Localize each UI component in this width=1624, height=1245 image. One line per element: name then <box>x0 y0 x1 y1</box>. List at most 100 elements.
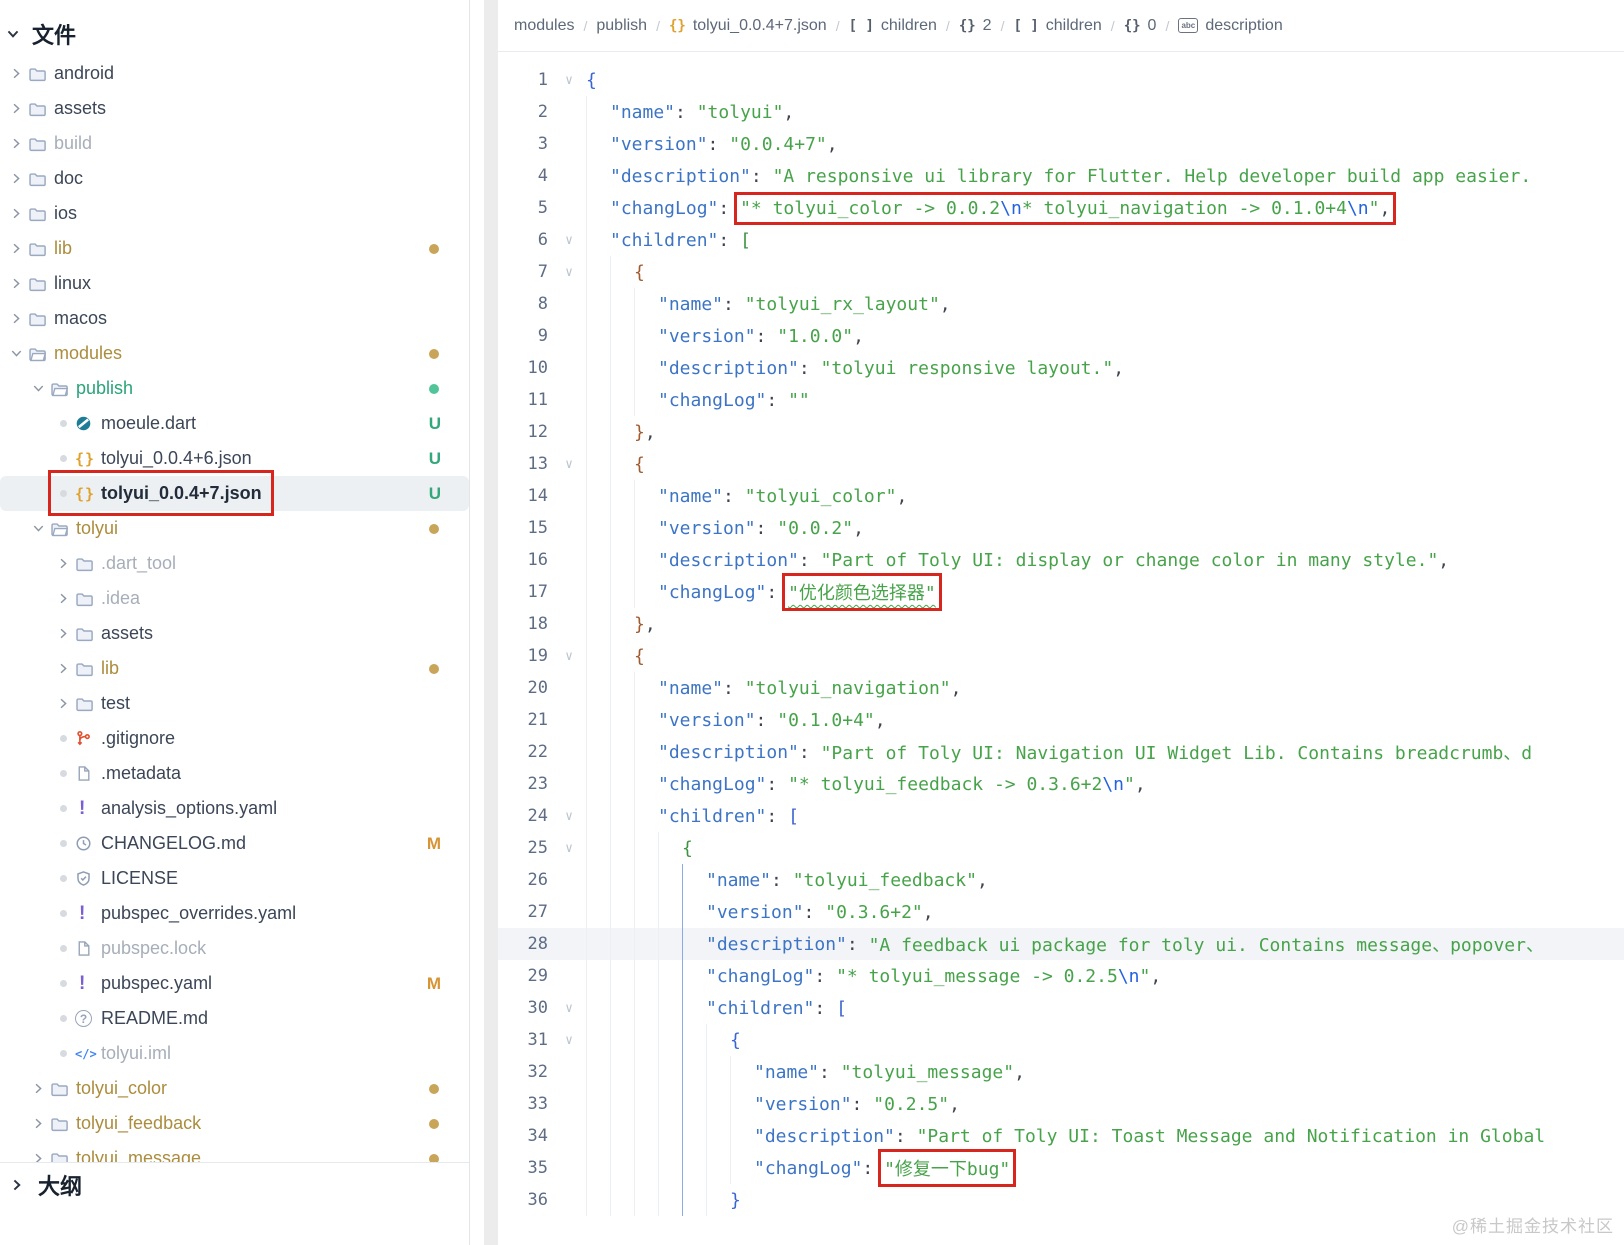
code-line-11[interactable]: 11 "changLog": "" <box>498 384 1624 416</box>
code-line-32[interactable]: 32 "name": "tolyui_message", <box>498 1056 1624 1088</box>
fold-chevron-icon[interactable]: ∨ <box>552 73 586 88</box>
tree-item-pubspec.yaml[interactable]: ! pubspec.yaml M <box>0 966 469 1001</box>
code-line-2[interactable]: 2 "name": "tolyui", <box>498 96 1624 128</box>
tree-item-.dart_tool[interactable]: .dart_tool <box>0 546 469 581</box>
chev-right-icon[interactable] <box>6 277 26 290</box>
code-line-14[interactable]: 14 "name": "tolyui_color", <box>498 480 1624 512</box>
code-line-24[interactable]: 24 ∨ "children": [ <box>498 800 1624 832</box>
tree-item-LICENSE[interactable]: LICENSE <box>0 861 469 896</box>
code-line-1[interactable]: 1 ∨{ <box>498 64 1624 96</box>
tree-item-tolyui.iml[interactable]: </> tolyui.iml <box>0 1036 469 1071</box>
code-line-9[interactable]: 9 "version": "1.0.0", <box>498 320 1624 352</box>
code-line-29[interactable]: 29 "changLog": "* tolyui_message -> 0.2.5… <box>498 960 1624 992</box>
code-line-28[interactable]: 28 "description": "A feedback ui package … <box>498 928 1624 960</box>
tree-item-tolyui_0.0.4+6.json[interactable]: {} tolyui_0.0.4+6.json U <box>0 441 469 476</box>
chev-right-icon[interactable] <box>28 1082 48 1095</box>
chev-down-icon[interactable] <box>28 522 48 535</box>
code-line-31[interactable]: 31 ∨ { <box>498 1024 1624 1056</box>
code-line-5[interactable]: 5 "changLog": "* tolyui_color -> 0.0.2\n*… <box>498 191 1624 225</box>
code-line-27[interactable]: 27 "version": "0.3.6+2", <box>498 896 1624 928</box>
chev-down-icon[interactable] <box>6 347 26 360</box>
code-line-16[interactable]: 16 "description": "Part of Toly UI: displ… <box>498 544 1624 576</box>
breadcrumb-item-tolyui_0.0.4+7.json[interactable]: {} tolyui_0.0.4+7.json <box>669 17 827 35</box>
tree-item-ios[interactable]: ios <box>0 196 469 231</box>
tree-item-.idea[interactable]: .idea <box>0 581 469 616</box>
tree-item-moeule.dart[interactable]: moeule.dart U <box>0 406 469 441</box>
tree-item-test[interactable]: test <box>0 686 469 721</box>
fold-chevron-icon[interactable]: ∨ <box>552 649 586 664</box>
breadcrumb-item-modules[interactable]: modules <box>514 17 574 35</box>
breadcrumb-item-children[interactable]: [ ] children <box>849 17 937 35</box>
chev-right-icon[interactable] <box>53 627 73 640</box>
chev-right-icon[interactable] <box>28 1152 48 1162</box>
tree-item-lib[interactable]: lib <box>0 231 469 266</box>
code-line-8[interactable]: 8 "name": "tolyui_rx_layout", <box>498 288 1624 320</box>
chev-right-icon[interactable] <box>53 697 73 710</box>
breadcrumb-item-0[interactable]: {} 0 <box>1124 17 1157 35</box>
code-line-30[interactable]: 30 ∨ "children": [ <box>498 992 1624 1024</box>
code-line-20[interactable]: 20 "name": "tolyui_navigation", <box>498 672 1624 704</box>
code-line-19[interactable]: 19 ∨ { <box>498 640 1624 672</box>
fold-chevron-icon[interactable]: ∨ <box>552 841 586 856</box>
files-section-header[interactable]: 文件 <box>6 16 76 52</box>
fold-chevron-icon[interactable]: ∨ <box>552 809 586 824</box>
tree-item-build[interactable]: build <box>0 126 469 161</box>
code-line-35[interactable]: 35 "changLog": "修复一下bug" <box>498 1149 1624 1187</box>
tree-item-modules[interactable]: modules <box>0 336 469 371</box>
chev-right-icon[interactable] <box>6 207 26 220</box>
chev-right-icon[interactable] <box>6 137 26 150</box>
code-line-17[interactable]: 17 "changLog": "优化颜色选择器" <box>498 573 1624 611</box>
tree-item-analysis_options.yaml[interactable]: ! analysis_options.yaml <box>0 791 469 826</box>
chev-right-icon[interactable] <box>6 102 26 115</box>
tree-item-android[interactable]: android <box>0 56 469 91</box>
code-line-7[interactable]: 7 ∨ { <box>498 256 1624 288</box>
code-line-12[interactable]: 12}, <box>498 416 1624 448</box>
code-line-26[interactable]: 26 "name": "tolyui_feedback", <box>498 864 1624 896</box>
code-line-13[interactable]: 13 ∨ { <box>498 448 1624 480</box>
tree-item-pubspec.lock[interactable]: pubspec.lock <box>0 931 469 966</box>
fold-chevron-icon[interactable]: ∨ <box>552 1001 586 1016</box>
tree-item-doc[interactable]: doc <box>0 161 469 196</box>
chev-right-icon[interactable] <box>53 557 73 570</box>
breadcrumb-item-publish[interactable]: publish <box>596 17 647 35</box>
chev-right-icon[interactable] <box>6 67 26 80</box>
code-line-34[interactable]: 34 "description": "Part of Toly UI: Toast… <box>498 1120 1624 1152</box>
chev-right-icon[interactable] <box>6 312 26 325</box>
code-line-33[interactable]: 33 "version": "0.2.5", <box>498 1088 1624 1120</box>
code-line-18[interactable]: 18}, <box>498 608 1624 640</box>
tree-item-CHANGELOG.md[interactable]: CHANGELOG.md M <box>0 826 469 861</box>
tree-item-publish[interactable]: publish <box>0 371 469 406</box>
chev-right-icon[interactable] <box>53 662 73 675</box>
chev-right-icon[interactable] <box>53 592 73 605</box>
code-line-23[interactable]: 23 "changLog": "* tolyui_feedback -> 0.3.… <box>498 768 1624 800</box>
code-line-22[interactable]: 22 "description": "Part of Toly UI: Navig… <box>498 736 1624 768</box>
code-line-25[interactable]: 25 ∨ { <box>498 832 1624 864</box>
code-line-10[interactable]: 10 "description": "tolyui responsive layo… <box>498 352 1624 384</box>
tree-item-.gitignore[interactable]: .gitignore <box>0 721 469 756</box>
code-line-21[interactable]: 21 "version": "0.1.0+4", <box>498 704 1624 736</box>
tree-item-tolyui_0.0.4+7.json[interactable]: {} tolyui_0.0.4+7.json U <box>0 476 469 511</box>
tree-item-tolyui_color[interactable]: tolyui_color <box>0 1071 469 1106</box>
code-editor[interactable]: 1 ∨{2 "name": "tolyui", 3 "version": "0.0.4+… <box>498 64 1624 1245</box>
fold-chevron-icon[interactable]: ∨ <box>552 265 586 280</box>
tree-item-macos[interactable]: macos <box>0 301 469 336</box>
fold-chevron-icon[interactable]: ∨ <box>552 1033 586 1048</box>
tree-item-assets[interactable]: assets <box>0 616 469 651</box>
tree-item-linux[interactable]: linux <box>0 266 469 301</box>
fold-chevron-icon[interactable]: ∨ <box>552 457 586 472</box>
tree-item-lib[interactable]: lib <box>0 651 469 686</box>
tree-item-pubspec_overrides.yaml[interactable]: ! pubspec_overrides.yaml <box>0 896 469 931</box>
chev-down-icon[interactable] <box>28 382 48 395</box>
chev-right-icon[interactable] <box>6 172 26 185</box>
tree-item-README.md[interactable]: ? README.md <box>0 1001 469 1036</box>
tree-item-assets[interactable]: assets <box>0 91 469 126</box>
tree-item-.metadata[interactable]: .metadata <box>0 756 469 791</box>
code-line-3[interactable]: 3 "version": "0.0.4+7", <box>498 128 1624 160</box>
chev-right-icon[interactable] <box>6 242 26 255</box>
breadcrumb-item-children[interactable]: [ ] children <box>1013 17 1101 35</box>
tree-item-tolyui_feedback[interactable]: tolyui_feedback <box>0 1106 469 1141</box>
sidebar-scrollbar-track[interactable] <box>484 0 498 1245</box>
fold-chevron-icon[interactable]: ∨ <box>552 233 586 248</box>
code-line-6[interactable]: 6 ∨ "children": [ <box>498 224 1624 256</box>
breadcrumb-item-2[interactable]: {} 2 <box>959 17 992 35</box>
